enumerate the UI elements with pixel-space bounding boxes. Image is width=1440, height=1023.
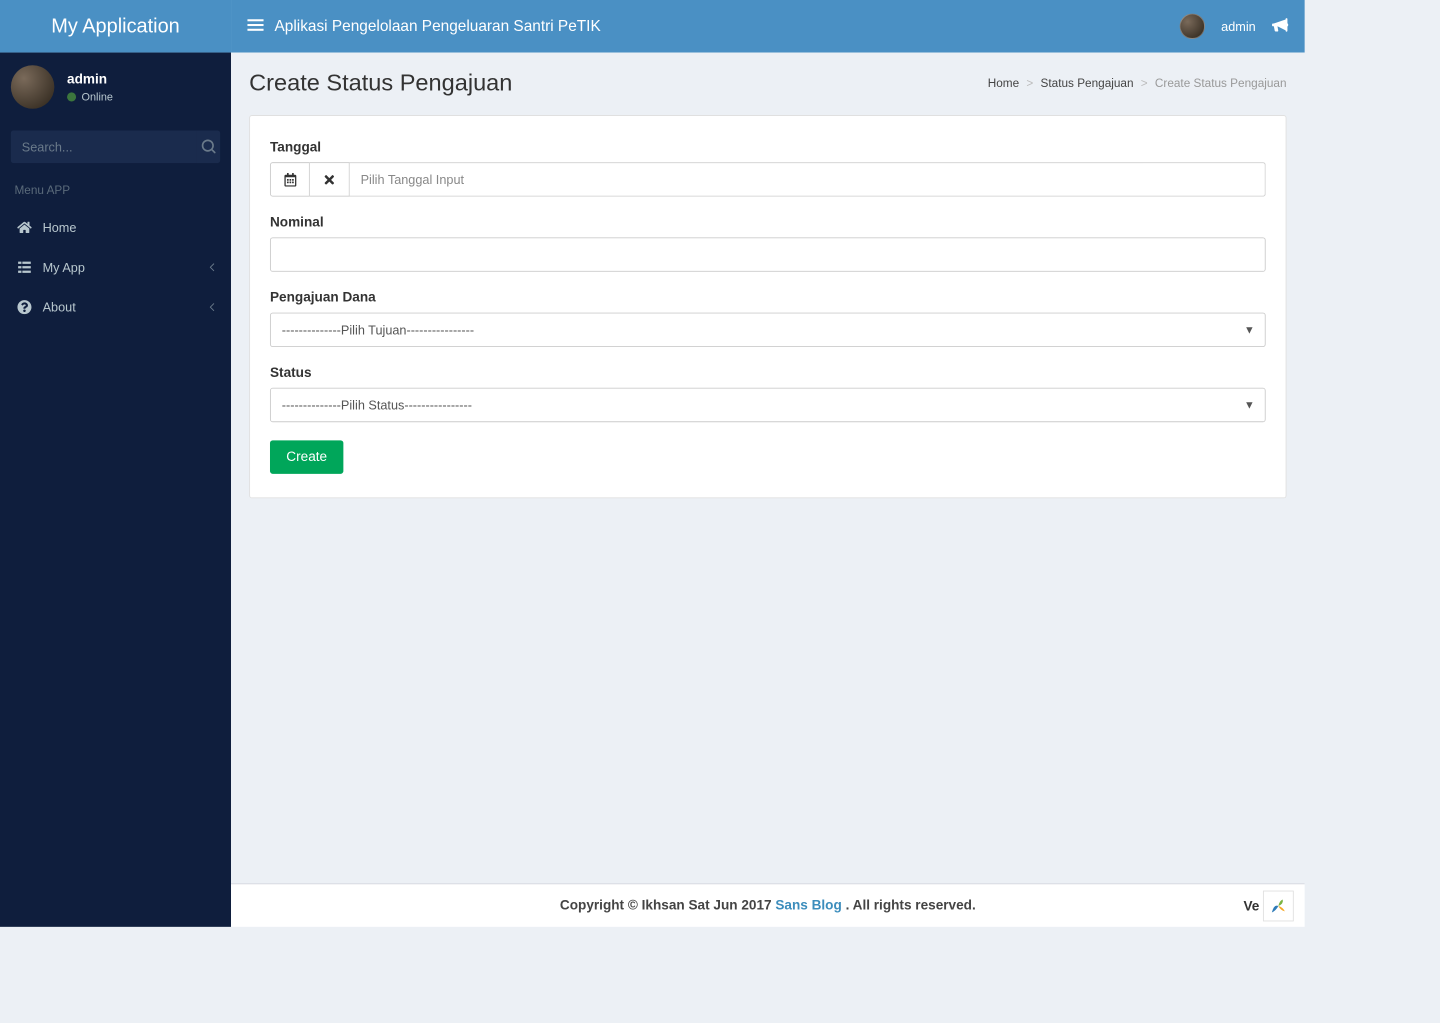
field-pengajuan: Pengajuan Dana --------------Pilih Tujua… bbox=[270, 290, 1266, 347]
create-button[interactable]: Create bbox=[270, 440, 343, 474]
breadcrumb: Home > Status Pengajuan > Create Status … bbox=[988, 76, 1287, 90]
breadcrumb-current: Create Status Pengajuan bbox=[1155, 76, 1287, 90]
sidebar-item-myapp[interactable]: My App bbox=[0, 247, 231, 287]
footer-rights: . All rights reserved. bbox=[846, 898, 976, 913]
label-status: Status bbox=[270, 365, 1266, 380]
avatar[interactable] bbox=[11, 65, 54, 108]
footer-copyright: Copyright © Ikhsan Sat Jun 2017 bbox=[560, 898, 775, 913]
page-title: Create Status Pengajuan bbox=[249, 69, 512, 97]
navbar-username[interactable]: admin bbox=[1221, 19, 1256, 33]
form-box: Tanggal Nominal bbox=[249, 115, 1286, 498]
label-pengajuan: Pengajuan Dana bbox=[270, 290, 1266, 305]
search-icon bbox=[201, 140, 215, 154]
hamburger-icon[interactable] bbox=[247, 19, 263, 34]
sidebar: admin Online Menu APP Home bbox=[0, 53, 231, 927]
user-panel: admin Online bbox=[0, 53, 231, 122]
content-header: Create Status Pengajuan Home > Status Pe… bbox=[231, 53, 1305, 106]
sidebar-item-label: Home bbox=[43, 220, 77, 234]
app-logo[interactable]: My Application bbox=[0, 0, 231, 53]
search-input[interactable] bbox=[11, 130, 197, 163]
online-dot-icon bbox=[67, 92, 76, 101]
sidebar-item-about[interactable]: About bbox=[0, 287, 231, 327]
user-status: Online bbox=[67, 90, 113, 103]
footer-version: Ve bbox=[1243, 891, 1293, 922]
pengajuan-select[interactable]: --------------Pilih Tujuan--------------… bbox=[270, 313, 1266, 347]
field-nominal: Nominal bbox=[270, 215, 1266, 272]
list-icon bbox=[17, 260, 31, 274]
sidebar-menu: Home My App About bbox=[0, 207, 231, 327]
footer-link[interactable]: Sans Blog bbox=[775, 898, 841, 913]
label-nominal: Nominal bbox=[270, 215, 1266, 230]
bullhorn-icon[interactable] bbox=[1272, 17, 1288, 36]
sidebar-search bbox=[0, 121, 231, 172]
sidebar-item-label: About bbox=[43, 300, 76, 314]
field-status: Status --------------Pilih Status-------… bbox=[270, 365, 1266, 422]
question-icon bbox=[17, 300, 31, 314]
clear-date-button[interactable] bbox=[310, 162, 350, 196]
navbar: Aplikasi Pengelolaan Pengeluaran Santri … bbox=[231, 0, 1305, 53]
label-tanggal: Tanggal bbox=[270, 140, 1266, 155]
sidebar-item-home[interactable]: Home bbox=[0, 207, 231, 247]
chevron-left-icon bbox=[207, 260, 216, 274]
field-tanggal: Tanggal bbox=[270, 140, 1266, 197]
tanggal-input[interactable] bbox=[350, 162, 1266, 196]
home-icon bbox=[17, 220, 31, 234]
chevron-left-icon bbox=[207, 300, 216, 314]
content-wrapper: Create Status Pengajuan Home > Status Pe… bbox=[231, 53, 1305, 884]
search-button[interactable] bbox=[197, 130, 221, 163]
calendar-button[interactable] bbox=[270, 162, 310, 196]
logo-text: My Application bbox=[51, 14, 180, 38]
breadcrumb-sep: > bbox=[1141, 76, 1148, 90]
close-icon bbox=[323, 173, 337, 187]
user-avatar-icon[interactable] bbox=[1179, 14, 1204, 39]
status-select[interactable]: --------------Pilih Status--------------… bbox=[270, 388, 1266, 422]
sidebar-username: admin bbox=[67, 71, 113, 86]
main-header: My Application Aplikasi Pengelolaan Peng… bbox=[0, 0, 1305, 53]
footer: Copyright © Ikhsan Sat Jun 2017 Sans Blo… bbox=[231, 883, 1305, 926]
navbar-title: Aplikasi Pengelolaan Pengeluaran Santri … bbox=[275, 17, 601, 35]
menu-header: Menu APP bbox=[0, 172, 231, 207]
breadcrumb-parent[interactable]: Status Pengajuan bbox=[1041, 76, 1134, 90]
nominal-input[interactable] bbox=[270, 237, 1266, 271]
yii-logo-icon[interactable] bbox=[1263, 891, 1294, 922]
breadcrumb-home[interactable]: Home bbox=[988, 76, 1019, 90]
calendar-icon bbox=[283, 173, 297, 187]
breadcrumb-sep: > bbox=[1026, 76, 1033, 90]
sidebar-item-label: My App bbox=[43, 260, 85, 274]
